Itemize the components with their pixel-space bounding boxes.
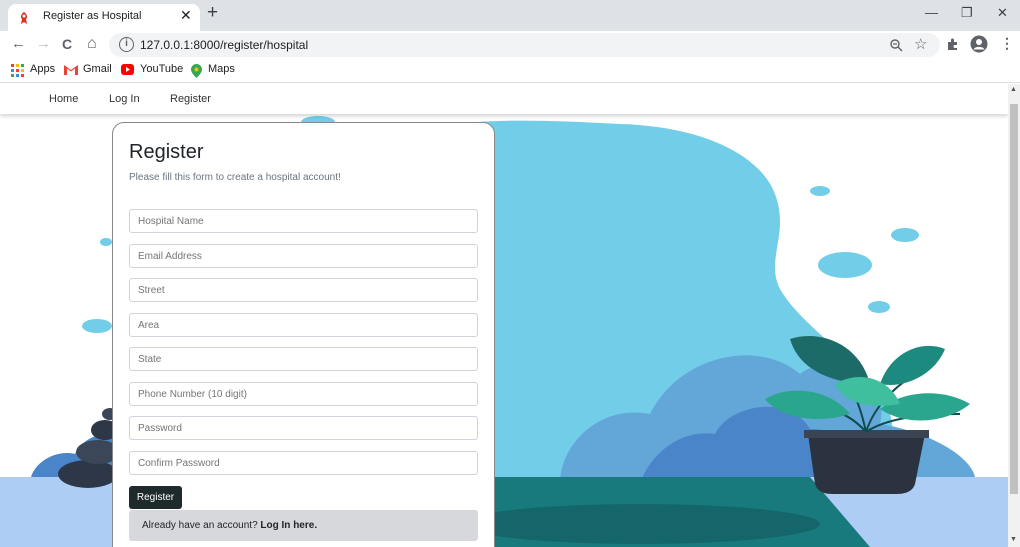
site-navbar: Home Log In Register xyxy=(0,84,1008,114)
nav-register-link[interactable]: Register xyxy=(170,93,211,105)
bookmark-apps[interactable]: Apps xyxy=(30,63,55,75)
bookmark-youtube[interactable]: YouTube xyxy=(140,63,183,75)
zoom-icon[interactable] xyxy=(889,38,903,52)
menu-kebab-icon[interactable]: ⋮ xyxy=(1000,35,1014,52)
email-address-input[interactable] xyxy=(129,244,478,268)
bookmark-gmail[interactable]: Gmail xyxy=(83,63,112,75)
form-title: Register xyxy=(129,141,204,163)
hospital-favicon-icon xyxy=(20,12,28,24)
password-input[interactable] xyxy=(129,416,478,440)
extensions-puzzle-icon[interactable] xyxy=(946,37,960,51)
browser-toolbar: ← → C ⌂ i 127.0.0.1:8000/register/hospit… xyxy=(0,31,1020,59)
nav-home-link[interactable]: Home xyxy=(49,93,78,105)
reload-icon[interactable]: C xyxy=(62,35,72,53)
register-button[interactable]: Register xyxy=(129,486,182,509)
hospital-name-input[interactable] xyxy=(129,209,478,233)
gmail-icon xyxy=(64,65,78,75)
youtube-icon xyxy=(121,64,134,75)
apps-grid-icon xyxy=(11,64,24,77)
form-subtitle: Please fill this form to create a hospit… xyxy=(129,172,341,183)
browser-tab[interactable]: Register as Hospital ✕ xyxy=(8,4,200,31)
login-prompt-text: Already have an account? xyxy=(142,520,261,531)
scroll-up-arrow-icon[interactable]: ▲ xyxy=(1010,86,1017,93)
maps-icon xyxy=(191,64,202,78)
bookmark-maps[interactable]: Maps xyxy=(208,63,235,75)
home-icon[interactable]: ⌂ xyxy=(87,35,97,53)
profile-avatar-icon[interactable] xyxy=(970,35,988,53)
bookmark-star-icon[interactable]: ☆ xyxy=(914,35,927,53)
address-bar[interactable]: i 127.0.0.1:8000/register/hospital ☆ xyxy=(109,33,940,57)
confirm-password-input[interactable] xyxy=(129,451,478,475)
minimize-icon[interactable]: — xyxy=(925,5,938,20)
register-card: Register Please fill this form to create… xyxy=(112,122,495,547)
tab-title: Register as Hospital xyxy=(43,10,142,22)
forward-icon[interactable]: → xyxy=(36,35,51,53)
browser-tab-bar: Register as Hospital ✕ + — ❐ ✕ xyxy=(0,0,1020,31)
state-input[interactable] xyxy=(129,347,478,371)
restore-icon[interactable]: ❐ xyxy=(961,5,973,21)
back-icon[interactable]: ← xyxy=(11,35,26,53)
street-input[interactable] xyxy=(129,278,478,302)
area-input[interactable] xyxy=(129,313,478,337)
login-here-link[interactable]: Log In here. xyxy=(260,520,317,531)
page-viewport: Home Log In Register Register Please fil… xyxy=(0,84,1008,547)
new-tab-icon[interactable]: + xyxy=(207,3,218,23)
login-prompt-box: Already have an account? Log In here. xyxy=(129,510,478,541)
tab-close-icon[interactable]: ✕ xyxy=(180,7,192,24)
scroll-down-arrow-icon[interactable]: ▼ xyxy=(1010,536,1017,543)
close-window-icon[interactable]: ✕ xyxy=(997,5,1008,21)
site-info-icon[interactable]: i xyxy=(119,37,134,52)
scrollbar-thumb[interactable] xyxy=(1010,104,1018,494)
bookmarks-bar: Apps Gmail YouTube Maps xyxy=(0,59,1020,83)
address-url[interactable]: 127.0.0.1:8000/register/hospital xyxy=(140,38,308,52)
phone-number-input[interactable] xyxy=(129,382,478,406)
page-scrollbar[interactable]: ▲ ▼ xyxy=(1008,84,1020,547)
nav-login-link[interactable]: Log In xyxy=(109,93,140,105)
